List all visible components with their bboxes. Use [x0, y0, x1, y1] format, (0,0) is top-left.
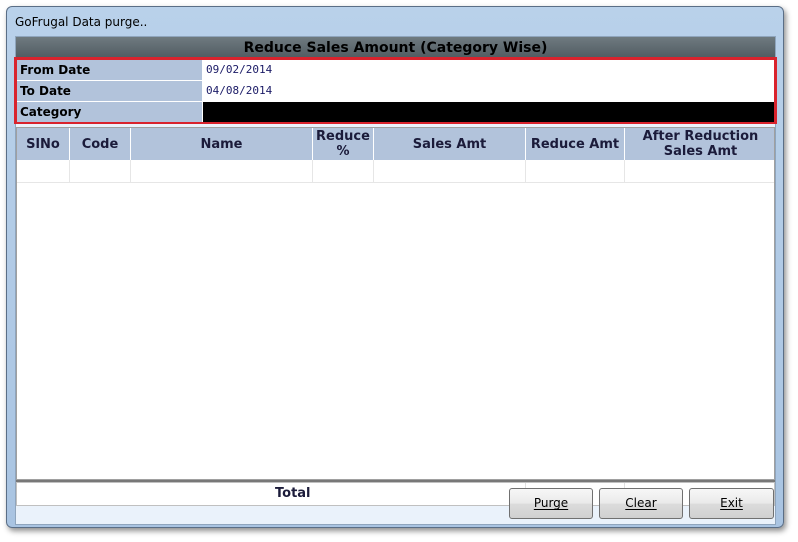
clear-button[interactable]: Clear — [599, 488, 683, 519]
grid-row-divider — [17, 182, 774, 183]
window-title: GoFrugal Data purge.. — [15, 15, 148, 29]
data-grid[interactable]: SlNo Code Name Reduce % Sales Amt Reduce… — [16, 127, 775, 480]
title-bar[interactable]: GoFrugal Data purge.. — [7, 7, 783, 35]
app-window: GoFrugal Data purge.. Reduce Sales Amoun… — [6, 6, 784, 528]
exit-button[interactable]: Exit — [689, 488, 774, 519]
from-date-row: From Date 09/02/2014 — [17, 60, 774, 80]
filter-panel: From Date 09/02/2014 To Date 04/08/2014 … — [14, 57, 777, 124]
to-date-label: To Date — [17, 81, 202, 101]
form-heading: Reduce Sales Amount (Category Wise) — [16, 37, 775, 59]
grid-cell[interactable] — [70, 160, 131, 182]
grid-header: SlNo Code Name Reduce % Sales Amt Reduce… — [17, 128, 774, 160]
totals-label-cell — [17, 483, 526, 505]
col-reduce-percent[interactable]: Reduce % — [313, 128, 374, 160]
grid-cell[interactable] — [374, 160, 526, 182]
to-date-row: To Date 04/08/2014 — [17, 81, 774, 101]
grid-cell[interactable] — [131, 160, 313, 182]
from-date-label: From Date — [17, 60, 202, 80]
category-label: Category — [17, 102, 202, 122]
category-row: Category — [17, 102, 774, 122]
col-reduce-amt[interactable]: Reduce Amt — [526, 128, 625, 160]
grid-cell[interactable] — [17, 160, 70, 182]
col-sales-amt[interactable]: Sales Amt — [374, 128, 526, 160]
col-slno[interactable]: SlNo — [17, 128, 70, 160]
category-field[interactable] — [203, 102, 774, 122]
from-date-field[interactable]: 09/02/2014 — [203, 60, 774, 80]
grid-cell[interactable] — [625, 160, 776, 182]
grid-cell[interactable] — [526, 160, 625, 182]
to-date-field[interactable]: 04/08/2014 — [203, 81, 774, 101]
totals-label: Total — [275, 486, 311, 501]
col-code[interactable]: Code — [70, 128, 131, 160]
form-heading-text: Reduce Sales Amount (Category Wise) — [243, 40, 548, 56]
form-body: Reduce Sales Amount (Category Wise) From… — [14, 36, 777, 525]
col-after-reduction[interactable]: After Reduction Sales Amt — [625, 128, 776, 160]
purge-button[interactable]: Purge — [509, 488, 593, 519]
grid-cell[interactable] — [313, 160, 374, 182]
col-name[interactable]: Name — [131, 128, 313, 160]
